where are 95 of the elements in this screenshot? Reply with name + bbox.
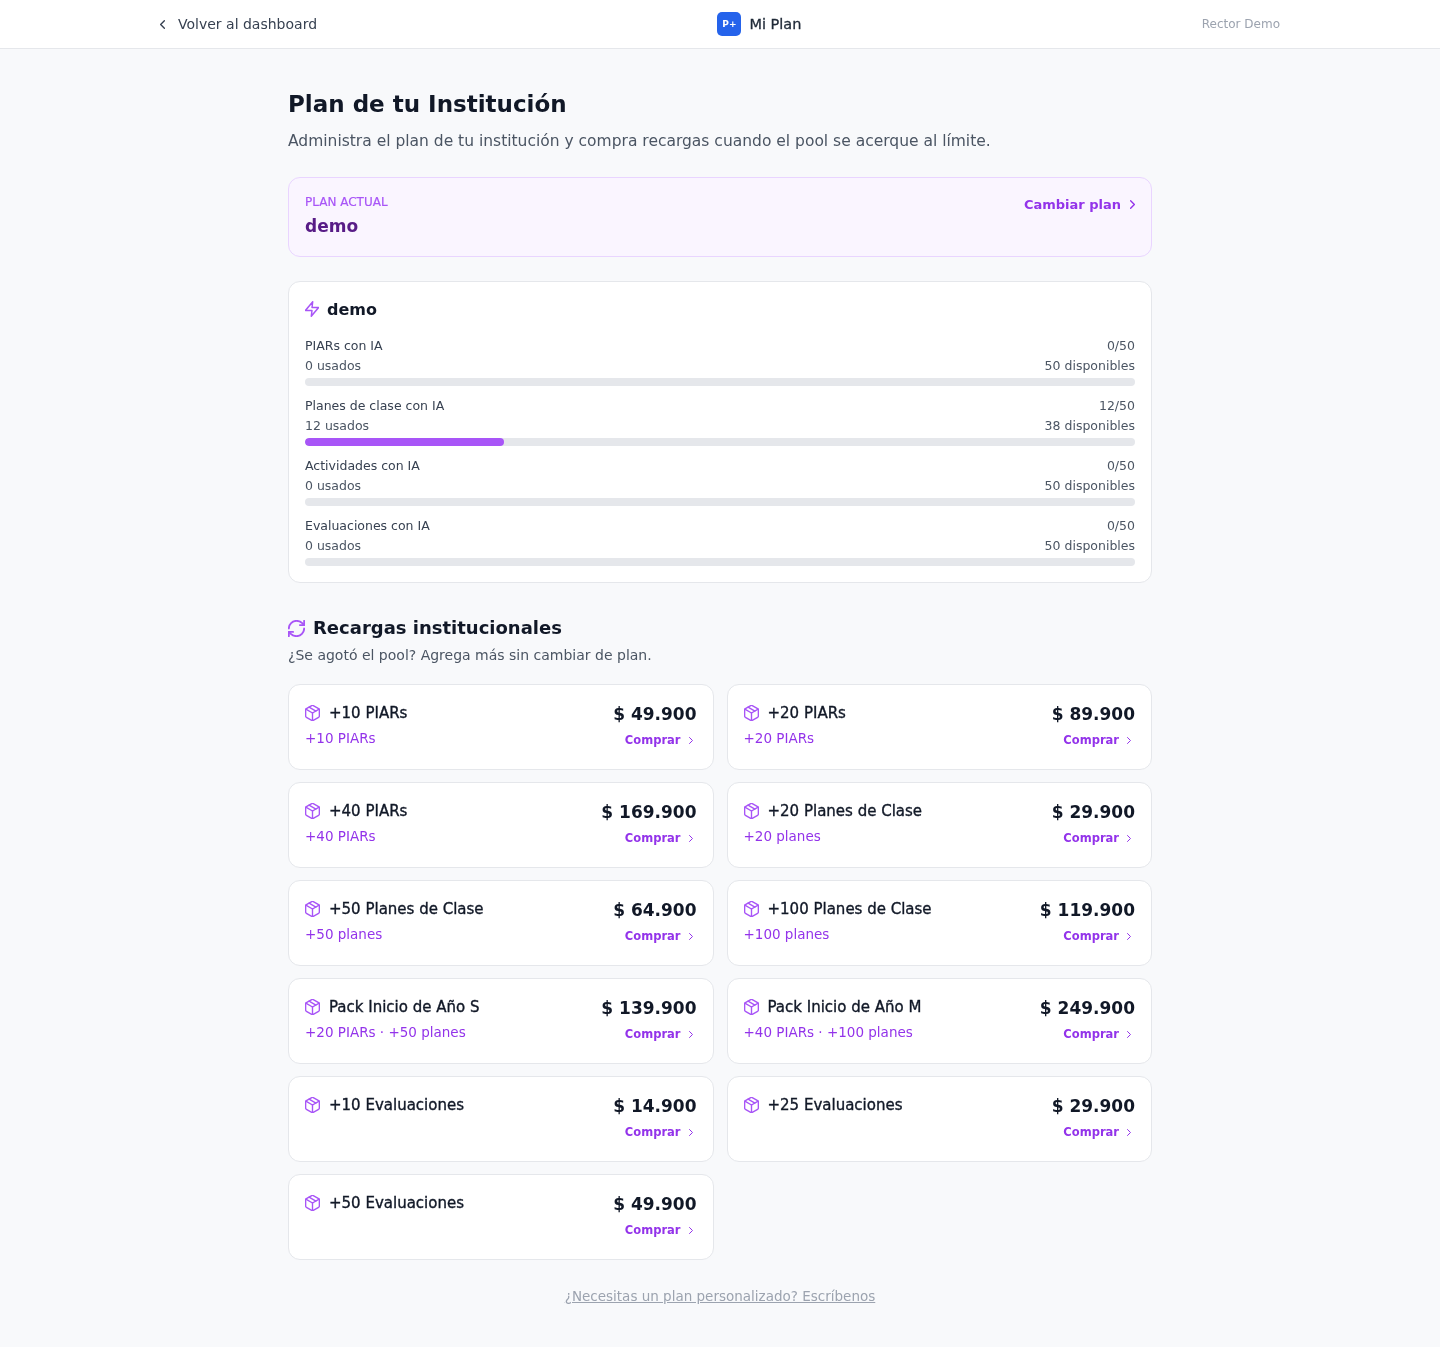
pack-name: +50 Planes de Clase [329,900,484,918]
lightning-icon [305,301,319,317]
pack-price: $ 29.900 [1051,1095,1135,1118]
section-title: Recargas institucionales [313,616,562,640]
quota-available: 50 disponibles [1044,477,1135,493]
pack-name: +20 Planes de Clase [767,802,923,820]
pack-name: +100 Planes de Clase [767,900,932,918]
pack-name: +10 Evaluaciones [329,1096,464,1114]
chevron-right-icon [688,1226,693,1234]
chevron-right-icon [1127,932,1131,940]
package-icon [743,803,759,819]
quota-used: 0 usados [305,537,362,553]
package-icon [305,999,320,1015]
chevron-right-icon [1127,834,1131,842]
quota-name: Actividades con IA [305,457,420,473]
package-icon [743,705,759,721]
chevron-right-icon [1127,736,1131,744]
package-icon [305,705,320,721]
pack-detail: +40 PIARs [305,827,377,846]
buy-button[interactable]: Comprar [624,731,697,749]
buy-button[interactable]: Comprar [1063,829,1135,847]
pack-detail: +100 planes [743,925,831,944]
chevron-right-icon [688,834,693,842]
pack-detail: +50 planes [305,925,384,944]
buy-button[interactable]: Comprar [624,1123,697,1141]
package-icon [743,1097,759,1113]
package-icon [743,901,759,917]
buy-button[interactable]: Comprar [624,927,697,945]
chevron-left-icon [160,19,165,29]
pack-detail: +40 PIARs · +100 planes [743,1023,914,1042]
pack-price: $ 29.900 [1051,801,1135,824]
refresh-icon [288,619,305,637]
pack-name: +20 PIARs [767,704,846,722]
quota-available: 38 disponibles [1044,417,1135,433]
quota-ratio: 0/50 [1106,337,1135,353]
quota-available: 50 disponibles [1044,357,1135,373]
pack-detail: +10 PIARs [305,729,377,748]
pack-price: $ 49.900 [613,703,697,726]
pack-price: $ 49.900 [613,1193,697,1216]
quota-name: Evaluaciones con IA [305,517,430,533]
package-icon [305,1097,320,1113]
page-subtitle: Administra el plan de tu institución y compra recargas cuando el pool se acerque al límite. [288,131,992,152]
pack-price: $ 64.900 [613,899,697,922]
pack-price: $ 169.900 [601,801,697,824]
chevron-right-icon [688,932,693,940]
pack-name: +40 PIARs [329,802,408,820]
buy-button[interactable]: Comprar [1063,731,1135,749]
quota-ratio: 0/50 [1106,517,1135,533]
pack-detail: +20 PIARs · +50 planes [305,1023,467,1042]
pack-name: Pack Inicio de Año M [767,998,922,1016]
pack-name: +10 PIARs [329,704,408,722]
buy-button[interactable]: Comprar [624,829,697,847]
pack-detail: +20 planes [743,827,822,846]
pack-name: +25 Evaluaciones [767,1096,903,1114]
pack-price: $ 14.900 [613,1095,697,1118]
pack-price: $ 119.900 [1039,899,1135,922]
quota-used: 0 usados [305,357,362,373]
pack-detail: +20 PIARs [743,729,816,748]
quota-name: PIARs con IA [305,337,383,353]
package-icon [305,901,320,917]
buy-button[interactable]: Comprar [1063,1025,1135,1043]
buy-button[interactable]: Comprar [624,1221,697,1239]
app-title: Mi Plan [749,16,802,32]
usage-plan-name: demo [327,299,377,319]
package-icon [305,1195,320,1211]
buy-button[interactable]: Comprar [1063,1123,1135,1141]
chevron-right-icon [1127,1030,1131,1038]
quota-ratio: 12/50 [1098,397,1135,413]
chevron-right-icon [1127,1128,1131,1136]
app-logo: P+ [717,12,742,36]
user-name: Rector Demo [1201,17,1280,31]
section-subtitle: ¿Se agotó el pool? Agrega más sin cambiar de plan. [288,646,653,665]
page-title: Plan de tu Institución [288,90,568,119]
pack-name: Pack Inicio de Año S [329,998,480,1016]
chevron-right-icon [688,736,693,744]
quota-used: 0 usados [305,477,362,493]
package-icon [305,803,320,819]
package-icon [743,999,759,1015]
buy-button[interactable]: Comprar [624,1025,697,1043]
pack-name: +50 Evaluaciones [329,1194,464,1212]
quota-used: 12 usados [305,417,370,433]
quota-name: Planes de clase con IA [305,397,445,413]
plan-label: PLAN ACTUAL [305,194,388,211]
pack-price: $ 249.900 [1039,997,1135,1020]
change-plan-link[interactable]: Cambiar plan [1023,197,1135,212]
chevron-right-icon [688,1030,693,1038]
quota-available: 50 disponibles [1044,537,1135,553]
buy-button[interactable]: Comprar [1063,927,1135,945]
chevron-right-icon [1130,200,1135,209]
plan-name: demo [305,215,360,238]
chevron-right-icon [688,1128,693,1136]
quota-ratio: 0/50 [1106,457,1135,473]
pack-price: $ 139.900 [601,997,697,1020]
pack-price: $ 89.900 [1051,703,1135,726]
back-link[interactable]: Volver al dashboard [160,16,318,32]
